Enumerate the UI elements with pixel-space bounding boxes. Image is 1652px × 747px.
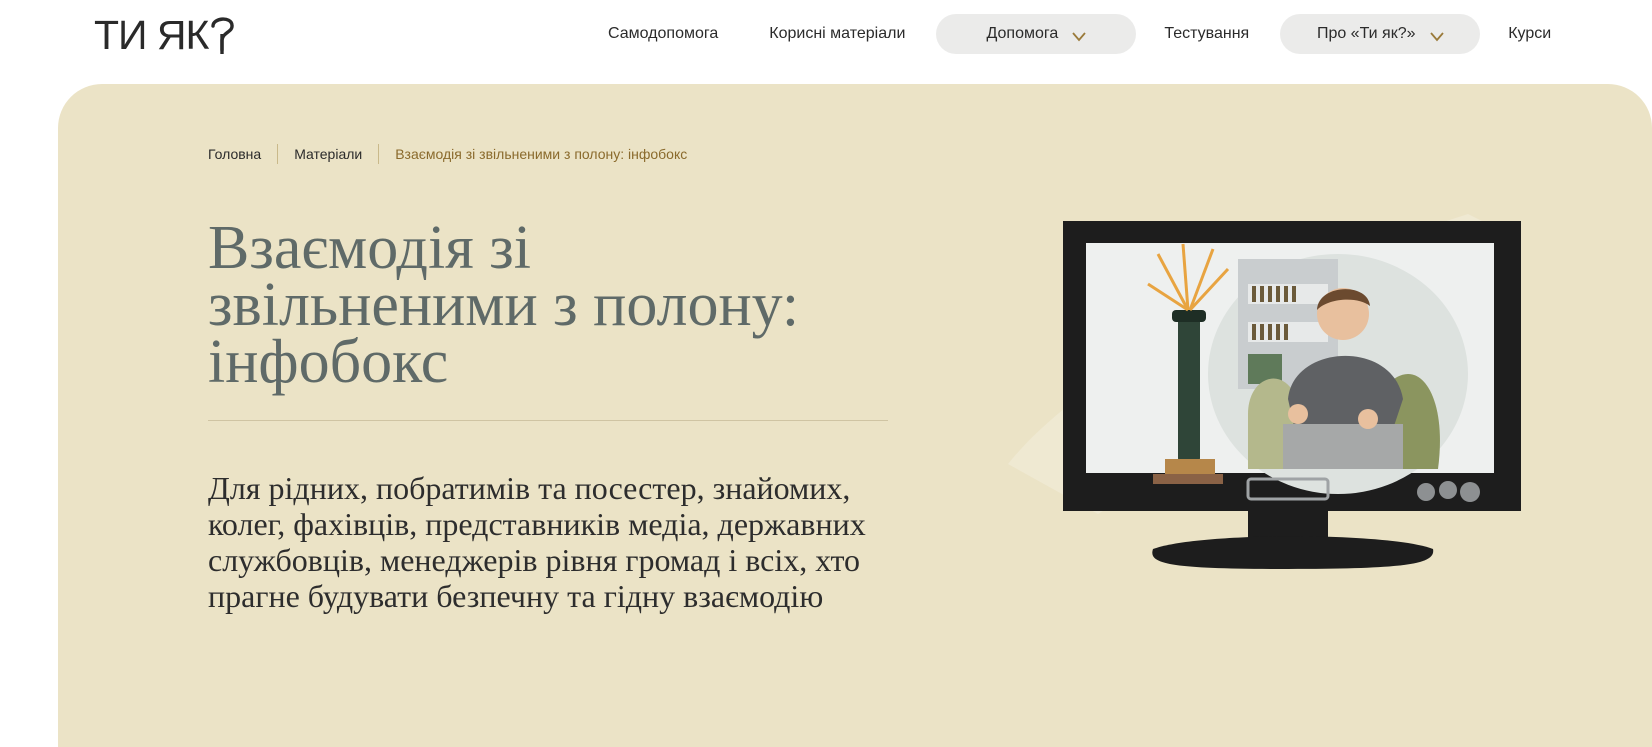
nav-about-label: Про «Ти як?» [1316,25,1416,42]
nav-courses[interactable]: Курси [1508,25,1551,43]
breadcrumb-home[interactable]: Головна [208,146,261,162]
chevron-down-icon [1429,29,1444,42]
breadcrumb: Головна Матеріали Взаємодія зі звільнени… [208,144,687,164]
site-header: ТИ ЯК Самодопомога Корисні матеріали Доп… [0,0,1652,66]
site-logo[interactable]: ТИ ЯК [94,14,237,56]
page-title: Взаємодія зі звільненими з полону: інфоб… [208,214,800,396]
nav-self-help[interactable]: Самодопомога [608,25,718,43]
breadcrumb-current: Взаємодія зі звільненими з полону: інфоб… [395,146,688,162]
hero-section: Головна Матеріали Взаємодія зі звільнени… [58,84,1652,747]
nav-about-dropdown[interactable]: Про «Ти як?» [1280,14,1481,54]
title-divider [208,420,888,421]
breadcrumb-separator [378,144,380,164]
breadcrumb-materials[interactable]: Матеріали [294,146,362,162]
chevron-down-icon [1072,29,1086,42]
hero-illustration [948,214,1578,594]
page-subtitle: Для рідних, побратимів та посестер, знай… [208,470,866,614]
nav-testing[interactable]: Тестування [1164,25,1249,43]
nav-help-dropdown[interactable]: Допомога [936,14,1137,54]
nav-useful-materials[interactable]: Корисні матеріали [769,25,905,43]
main-nav: Самодопомога Корисні матеріали Допомога … [590,14,1551,54]
nav-help-label: Допомога [986,25,1059,42]
breadcrumb-separator [277,144,279,164]
question-mark-icon [209,14,237,56]
logo-text: ТИ ЯК [94,12,209,58]
